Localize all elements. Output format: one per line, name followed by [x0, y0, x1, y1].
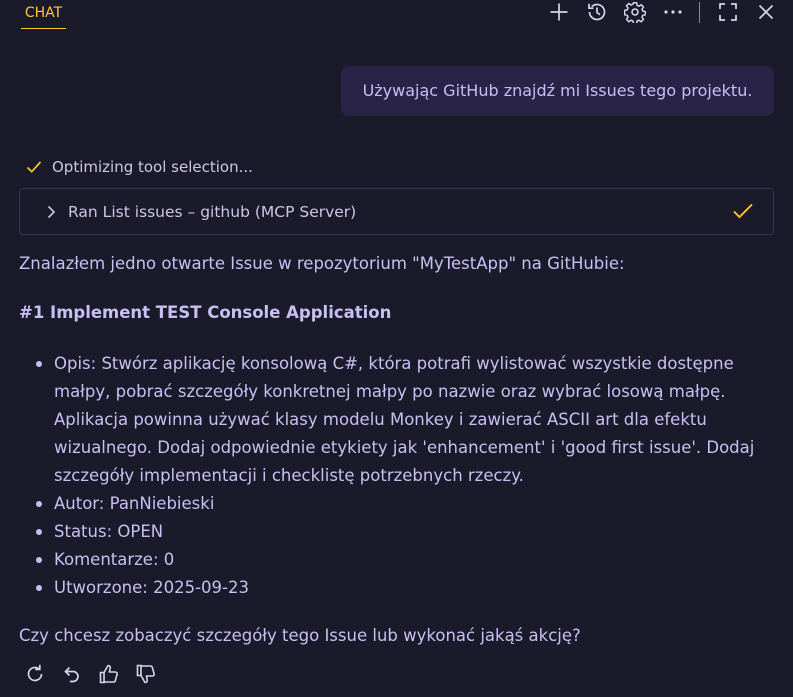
response-intro: Znalazłem jedno otwarte Issue w repozyto…	[19, 250, 775, 278]
gear-icon[interactable]	[623, 0, 647, 24]
progress-status: Optimizing tool selection...	[26, 156, 253, 178]
description-line: małpy, pobrać szczegóły konkretnej małpy…	[54, 382, 726, 401]
progress-text: Optimizing tool selection...	[52, 158, 253, 176]
issue-details-list: Opis: Stwórz aplikację konsolową C#, któ…	[19, 350, 779, 602]
issue-title: #1 Implement TEST Console Application	[19, 303, 392, 322]
check-icon	[26, 160, 42, 174]
history-icon[interactable]	[585, 0, 609, 24]
close-icon[interactable]	[754, 0, 778, 24]
toolbar-divider	[699, 2, 700, 23]
chat-header: CHAT	[0, 0, 793, 40]
list-item-description: Opis: Stwórz aplikację konsolową C#, któ…	[19, 350, 779, 490]
check-icon	[732, 202, 754, 220]
list-item-comments: Komentarze: 0	[19, 546, 779, 574]
tab-chat[interactable]: CHAT	[21, 4, 66, 29]
list-item-author: Autor: PanNiebieski	[19, 490, 779, 518]
maximize-icon[interactable]	[716, 0, 740, 24]
tool-call-label: Ran List issues – github (MCP Server)	[68, 203, 357, 221]
description-line: szczegóły implementacji i checklistę pot…	[54, 466, 524, 485]
follow-up-question: Czy chcesz zobaczyć szczegóły tego Issue…	[19, 626, 581, 645]
list-item-created: Utworzone: 2025-09-23	[19, 574, 779, 602]
retry-icon[interactable]	[23, 662, 47, 686]
more-icon[interactable]	[661, 0, 685, 24]
user-message: Używając GitHub znajdź mi Issues tego pr…	[341, 66, 774, 116]
plus-icon[interactable]	[547, 0, 571, 24]
thumbs-down-icon[interactable]	[134, 662, 158, 686]
description-line: Aplikacja powinna używać klasy modelu Mo…	[54, 410, 707, 429]
undo-icon[interactable]	[60, 662, 84, 686]
thumbs-up-icon[interactable]	[97, 662, 121, 686]
description-line: Opis: Stwórz aplikację konsolową C#, któ…	[54, 354, 734, 373]
tool-call-row[interactable]: Ran List issues – github (MCP Server)	[19, 188, 774, 235]
intro-text: Znalazłem jedno otwarte Issue w repozyto…	[19, 254, 625, 273]
chevron-right-icon	[46, 205, 56, 219]
list-item-status: Status: OPEN	[19, 518, 779, 546]
description-line: wizualnego. Dodaj odpowiednie etykiety j…	[54, 438, 755, 457]
